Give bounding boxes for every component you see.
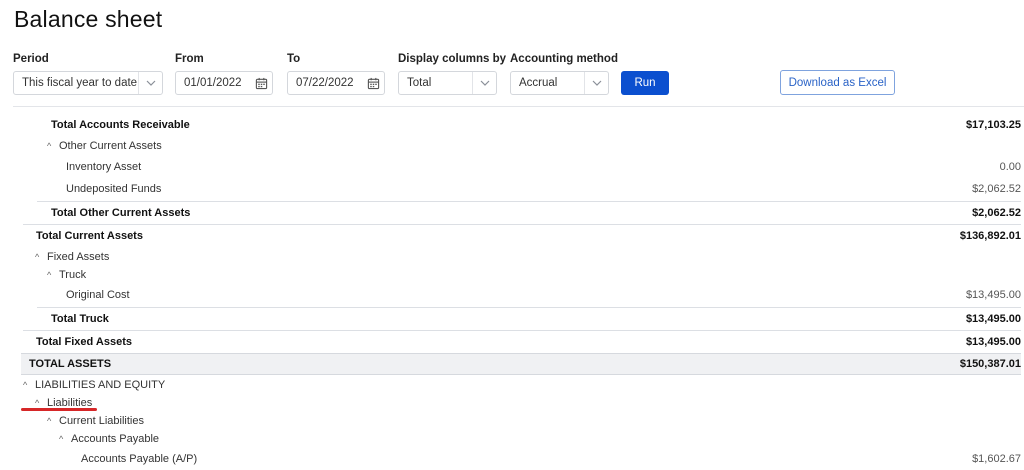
to-label: To bbox=[287, 53, 301, 65]
calendar-icon[interactable] bbox=[250, 77, 272, 90]
row-label: Liabilities bbox=[47, 396, 93, 409]
report-row: Total Current Assets $136,892.01 bbox=[23, 224, 1021, 246]
page-title: Balance sheet bbox=[14, 6, 163, 32]
highlight-underline bbox=[21, 408, 97, 411]
report-row[interactable]: ^ Liabilities bbox=[13, 393, 1021, 412]
accounting-method-select[interactable]: Accrual bbox=[510, 71, 609, 95]
report-row[interactable]: ^ LIABILITIES AND EQUITY bbox=[13, 375, 1021, 394]
report-row: Original Cost $13,495.00 bbox=[13, 285, 1021, 305]
row-label: Total Current Assets bbox=[36, 229, 143, 242]
balance-sheet-report: Total Accounts Receivable $17,103.25 ^ O… bbox=[13, 106, 1024, 470]
report-row: TOTAL ASSETS $150,387.01 bbox=[21, 353, 1021, 375]
row-amount: $150,387.01 bbox=[959, 358, 1021, 370]
row-label: Original Cost bbox=[66, 289, 130, 301]
row-label: TOTAL ASSETS bbox=[29, 358, 112, 370]
display-columns-value: Total bbox=[407, 77, 432, 89]
period-select[interactable]: This fiscal year to date bbox=[13, 71, 163, 95]
row-label: Fixed Assets bbox=[47, 250, 110, 263]
row-label: LIABILITIES AND EQUITY bbox=[35, 378, 166, 391]
display-columns-select[interactable]: Total bbox=[398, 71, 497, 95]
report-row: Total Other Current Assets $2,062.52 bbox=[37, 201, 1021, 223]
row-label: Total Other Current Assets bbox=[51, 206, 191, 219]
row-label: Inventory Asset bbox=[66, 161, 142, 173]
caret-up-icon[interactable]: ^ bbox=[35, 252, 45, 262]
to-date-value: 07/22/2022 bbox=[296, 77, 354, 89]
chevron-down-icon[interactable] bbox=[472, 72, 496, 94]
row-label: Total Fixed Assets bbox=[36, 335, 132, 348]
download-excel-button[interactable]: Download as Excel bbox=[780, 70, 895, 95]
row-label: Accounts Payable (A/P) bbox=[81, 453, 198, 465]
row-amount: $13,495.00 bbox=[965, 289, 1021, 301]
row-label: Total Truck bbox=[51, 312, 109, 325]
row-amount: $13,495.00 bbox=[965, 335, 1021, 348]
caret-up-icon[interactable]: ^ bbox=[59, 434, 69, 444]
report-row: Undeposited Funds $2,062.52 bbox=[13, 179, 1021, 199]
report-row: Total Truck $13,495.00 bbox=[37, 307, 1021, 329]
period-label: Period bbox=[13, 53, 49, 65]
accounting-method-label: Accounting method bbox=[510, 53, 618, 65]
caret-up-icon[interactable]: ^ bbox=[47, 270, 57, 280]
caret-up-icon[interactable]: ^ bbox=[23, 380, 33, 390]
report-row[interactable]: ^ Current Liabilities bbox=[13, 411, 1021, 430]
caret-up-icon[interactable]: ^ bbox=[47, 141, 57, 151]
row-label: Current Liabilities bbox=[59, 414, 144, 427]
from-date-value: 01/01/2022 bbox=[184, 77, 242, 89]
row-amount: $2,062.52 bbox=[972, 206, 1021, 219]
report-row[interactable]: ^ Accounts Payable bbox=[13, 429, 1021, 448]
row-amount: $13,495.00 bbox=[965, 312, 1021, 325]
row-label: Total Accounts Receivable bbox=[51, 119, 190, 131]
from-label: From bbox=[175, 53, 204, 65]
row-amount: $136,892.01 bbox=[959, 229, 1021, 242]
accounting-method-value: Accrual bbox=[519, 77, 558, 89]
from-date-input[interactable]: 01/01/2022 bbox=[175, 71, 273, 95]
chevron-down-icon[interactable] bbox=[138, 72, 162, 94]
report-row[interactable]: ^ Truck bbox=[13, 265, 1021, 284]
row-amount: $2,062.52 bbox=[972, 183, 1021, 195]
report-row: Total Fixed Assets $13,495.00 bbox=[23, 330, 1021, 352]
run-button[interactable]: Run bbox=[621, 71, 669, 95]
report-row[interactable]: ^ Fixed Assets bbox=[13, 247, 1021, 266]
caret-up-icon[interactable]: ^ bbox=[47, 416, 57, 426]
report-row: Total Accounts Receivable $17,103.25 bbox=[13, 115, 1021, 135]
caret-up-icon[interactable]: ^ bbox=[35, 398, 45, 408]
row-label: Accounts Payable bbox=[71, 432, 160, 445]
row-amount: 0.00 bbox=[999, 161, 1021, 173]
report-row: Inventory Asset 0.00 bbox=[13, 157, 1021, 177]
calendar-icon[interactable] bbox=[362, 77, 384, 90]
row-amount: $17,103.25 bbox=[965, 119, 1021, 131]
display-columns-label: Display columns by bbox=[398, 53, 507, 65]
row-label: Other Current Assets bbox=[59, 140, 162, 152]
row-label: Undeposited Funds bbox=[66, 183, 162, 195]
row-label: Truck bbox=[59, 268, 87, 281]
row-amount: $1,602.67 bbox=[972, 453, 1021, 465]
to-date-input[interactable]: 07/22/2022 bbox=[287, 71, 385, 95]
period-value: This fiscal year to date bbox=[22, 77, 138, 89]
report-row[interactable]: ^ Other Current Assets bbox=[13, 136, 1021, 156]
report-row: Accounts Payable (A/P) $1,602.67 bbox=[13, 449, 1021, 469]
chevron-down-icon[interactable] bbox=[584, 72, 608, 94]
